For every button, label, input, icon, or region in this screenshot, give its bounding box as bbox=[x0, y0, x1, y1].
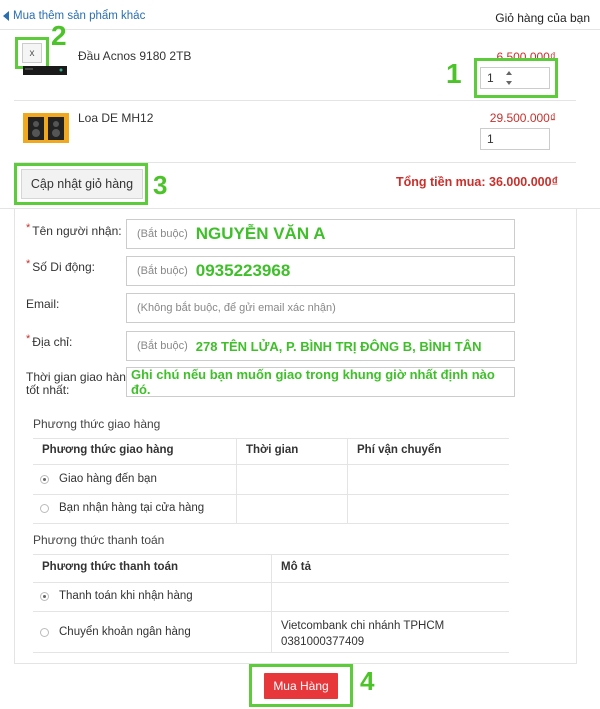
shipping-header-method: Phương thức giao hàng bbox=[42, 444, 174, 456]
radio-selected-icon[interactable] bbox=[40, 474, 49, 484]
quantity-value: 1 bbox=[487, 132, 494, 146]
table-line bbox=[33, 494, 509, 495]
quantity-input[interactable]: 1 bbox=[480, 128, 550, 150]
order-total: Tổng tiền mua: 36.000.000₫ bbox=[395, 175, 558, 189]
annotation-1: 1 bbox=[446, 58, 462, 89]
form-right-border bbox=[576, 208, 577, 663]
cart-title: Giỏ hàng của bạn bbox=[495, 11, 590, 25]
highlight-box-1 bbox=[474, 58, 558, 98]
recipient-name-field[interactable]: (Bắt buộc) NGUYỄN VĂN A bbox=[126, 219, 515, 249]
annotation-3: 3 bbox=[153, 170, 168, 200]
table-line bbox=[33, 523, 509, 524]
header-divider bbox=[0, 29, 600, 30]
product-thumbnail-loa bbox=[23, 113, 69, 143]
address-value: 278 TÊN LỬA, P. BÌNH TRỊ ĐÔNG B, BÌNH TÂ… bbox=[195, 338, 482, 354]
radio-icon[interactable] bbox=[40, 627, 49, 637]
table-line bbox=[33, 652, 509, 653]
radio-icon[interactable] bbox=[40, 503, 49, 513]
table-col-line bbox=[347, 438, 348, 523]
shipping-header-time: Thời gian bbox=[246, 444, 299, 456]
back-arrow-icon bbox=[3, 11, 9, 21]
table-line bbox=[33, 438, 509, 439]
delivery-time-note: Ghi chú nếu bạn muốn giao trong khung gi… bbox=[131, 367, 495, 397]
annotation-2: 2 bbox=[51, 20, 67, 51]
section-divider bbox=[0, 208, 600, 209]
bank-description: Vietcombank chi nhánh TPHCM 038100037740… bbox=[281, 620, 445, 648]
shipping-header-fee: Phí vận chuyển bbox=[357, 444, 442, 456]
shipping-section-title: Phương thức giao hàng bbox=[33, 417, 161, 431]
table-line bbox=[33, 464, 509, 465]
recipient-name-label: * Tên người nhận: bbox=[26, 222, 122, 238]
shipping-option-delivery[interactable]: Giao hàng đến bạn bbox=[40, 473, 157, 485]
payment-header-desc: Mô tả bbox=[281, 561, 312, 573]
product-name: Loa DE MH12 bbox=[78, 111, 154, 125]
continue-shopping-label: Mua thêm sản phẩm khác bbox=[13, 10, 146, 22]
payment-option-cod[interactable]: Thanh toán khi nhận hàng bbox=[40, 590, 193, 602]
shipping-option-pickup[interactable]: Bạn nhận hàng tại cửa hàng bbox=[40, 502, 204, 514]
phone-field[interactable]: (Bắt buộc) 0935223968 bbox=[126, 256, 515, 286]
address-label: * Địa chỉ: bbox=[26, 333, 73, 349]
table-col-line bbox=[271, 554, 272, 652]
phone-label: * Số Di động: bbox=[26, 258, 95, 274]
form-left-border bbox=[14, 208, 15, 663]
highlight-box-3 bbox=[14, 163, 148, 205]
table-col-line bbox=[236, 438, 237, 523]
annotation-4: 4 bbox=[360, 666, 375, 696]
delivery-time-field[interactable]: Ghi chú nếu bạn muốn giao trong khung gi… bbox=[126, 367, 515, 397]
product-name: Đầu Acnos 9180 2TB bbox=[78, 49, 192, 63]
email-field[interactable]: (Không bắt buộc, để gửi email xác nhận) bbox=[126, 293, 515, 323]
product-thumbnail-acnos bbox=[23, 66, 67, 75]
product-price: 29.500.000₫ bbox=[489, 111, 556, 125]
delivery-time-label: Thời gian giao hàng tốt nhất: bbox=[26, 370, 133, 397]
recipient-name-value: NGUYỄN VĂN A bbox=[195, 224, 326, 243]
payment-option-bank[interactable]: Chuyển khoản ngân hàng bbox=[40, 626, 191, 638]
payment-header-method: Phương thức thanh toán bbox=[42, 561, 178, 573]
payment-section-title: Phương thức thanh toán bbox=[33, 533, 165, 547]
item-divider bbox=[14, 100, 576, 101]
address-field[interactable]: (Bắt buộc) 278 TÊN LỬA, P. BÌNH TRỊ ĐÔNG… bbox=[126, 331, 515, 361]
email-label: Email: bbox=[26, 297, 60, 311]
radio-selected-icon[interactable] bbox=[40, 591, 49, 601]
highlight-box-4 bbox=[249, 664, 353, 707]
continue-shopping-link[interactable]: Mua thêm sản phẩm khác bbox=[3, 10, 145, 22]
phone-value: 0935223968 bbox=[195, 261, 291, 280]
